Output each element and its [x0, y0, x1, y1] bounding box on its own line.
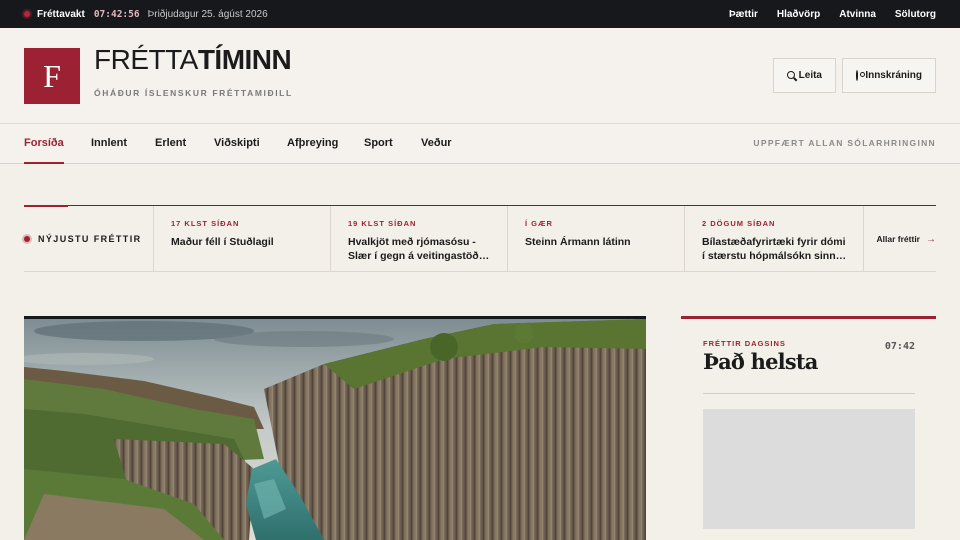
- brand-name[interactable]: FRÉTTATÍMINN: [94, 44, 292, 76]
- news-title: Maður féll í Stuðlagil: [171, 236, 274, 248]
- main-nav: Forsíða Innlent Erlent Viðskipti Afþreyi…: [0, 124, 960, 164]
- panel-kicker: FRÉTTIR DAGSINS: [703, 339, 786, 348]
- logo[interactable]: F: [24, 48, 80, 104]
- panel-time: 07:42: [884, 341, 915, 352]
- latest-news-item[interactable]: 2 DÖGUM SÍÐAN Bílastæðafyrirtæki fyrir d…: [684, 206, 864, 272]
- live-dot-icon: [24, 236, 30, 242]
- top-link-solutorg[interactable]: Sölutorg: [895, 9, 936, 20]
- nav-item-vedur[interactable]: Veður: [421, 124, 452, 164]
- image-placeholder[interactable]: [703, 409, 915, 529]
- top-links: Þættir Hlaðvörp Atvinna Sölutorg: [729, 9, 936, 20]
- nav-item-sport[interactable]: Sport: [364, 124, 393, 164]
- news-time: 17 KLST SÍÐAN: [171, 219, 240, 228]
- update-note: UPPFÆRT ALLAN SÓLARHRINGINN: [753, 138, 936, 148]
- news-title: Hvalkjöt með rjómasósu - Slær í gegn á v…: [348, 236, 490, 262]
- panel-divider: [703, 393, 915, 394]
- news-time: 19 KLST SÍÐAN: [348, 219, 417, 228]
- nav-item-erlent[interactable]: Erlent: [155, 124, 186, 164]
- top-stories-panel: FRÉTTIR DAGSINS Það helsta 07:42: [681, 316, 936, 540]
- latest-news-item[interactable]: 19 KLST SÍÐAN Hvalkjöt með rjómasósu - S…: [330, 206, 507, 272]
- top-link-atvinna[interactable]: Atvinna: [839, 9, 876, 20]
- tagline: ÓHÁÐUR ÍSLENSKUR FRÉTTAMIÐILL: [94, 88, 293, 98]
- search-icon: [787, 70, 795, 81]
- latest-news-label: NÝJUSTU FRÉTTIR: [24, 206, 142, 272]
- brand-name-part2: TÍMINN: [197, 44, 292, 75]
- panel-title: Það helsta: [703, 349, 818, 374]
- logo-letter: F: [43, 57, 61, 94]
- nav-item-innlent[interactable]: Innlent: [91, 124, 127, 164]
- canyon-photo: [24, 319, 646, 540]
- current-date: Þriðjudagur 25. ágúst 2026: [147, 8, 268, 20]
- news-title: Steinn Ármann látinn: [525, 236, 631, 248]
- top-link-thaettir[interactable]: Þættir: [729, 9, 758, 20]
- nav-item-forsida[interactable]: Forsíða: [24, 124, 64, 164]
- all-news-link[interactable]: Allar fréttir →: [863, 206, 936, 272]
- brand-name-part1: FRÉTTA: [94, 44, 198, 75]
- login-button-label: Innskráning: [865, 70, 922, 81]
- latest-news-strip: NÝJUSTU FRÉTTIR 17 KLST SÍÐAN Maður féll…: [24, 205, 936, 272]
- search-button-label: Leita: [798, 70, 822, 81]
- top-link-hladvorp[interactable]: Hlaðvörp: [777, 9, 820, 20]
- news-title: Bílastæðafyrirtæki fyrir dómi í stærstu …: [702, 236, 847, 262]
- search-button[interactable]: Leita: [773, 58, 836, 93]
- top-bar: Fréttavakt 07:42:56 Þriðjudagur 25. ágús…: [0, 0, 960, 28]
- user-icon: [856, 70, 866, 81]
- live-indicator-icon: [24, 11, 30, 17]
- latest-news-item[interactable]: Í GÆR Steinn Ármann látinn: [507, 206, 684, 272]
- login-button[interactable]: Innskráning: [842, 58, 936, 93]
- all-news-label: Allar fréttir: [876, 234, 920, 244]
- nav-item-vidskipti[interactable]: Viðskipti: [214, 124, 260, 164]
- news-time: Í GÆR: [525, 219, 553, 228]
- news-time: 2 DÖGUM SÍÐAN: [702, 219, 776, 228]
- clock: 07:42:56: [93, 8, 140, 20]
- site-header: F FRÉTTATÍMINN ÓHÁÐUR ÍSLENSKUR FRÉTTAMI…: [0, 28, 960, 124]
- live-label[interactable]: Fréttavakt: [37, 9, 85, 20]
- hero-image[interactable]: [24, 316, 646, 540]
- nav-item-afthreying[interactable]: Afþreying: [287, 124, 338, 164]
- latest-news-item[interactable]: 17 KLST SÍÐAN Maður féll í Stuðlagil: [153, 206, 330, 272]
- latest-news-label-text: NÝJUSTU FRÉTTIR: [38, 234, 142, 244]
- arrow-right-icon: →: [926, 233, 936, 245]
